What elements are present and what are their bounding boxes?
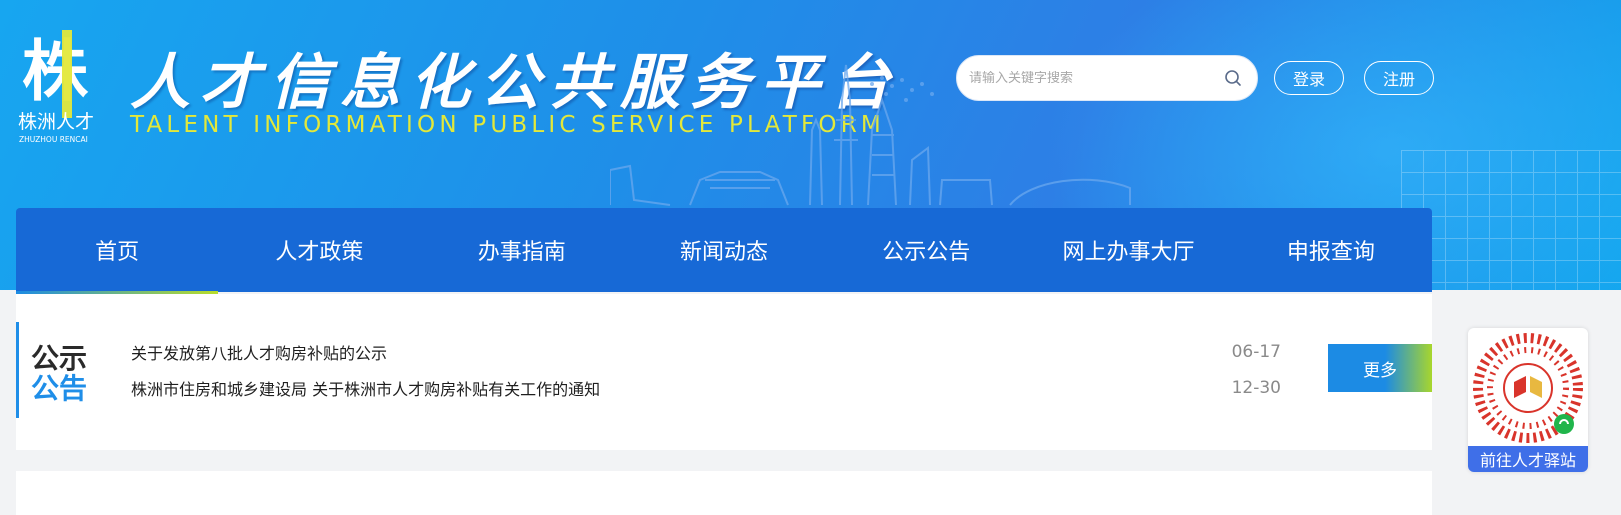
notice-list: 关于发放第八批人才购房补贴的公示 06-17 株洲市住房和城乡建设局 关于株洲市… [131, 334, 1281, 406]
talent-station-qr-widget[interactable]: 前往人才驿站 [1468, 328, 1588, 472]
notice-card: 公示 公告 关于发放第八批人才购房补贴的公示 06-17 株洲市住房和城乡建设局… [16, 294, 1432, 450]
logo-en-text: ZHUZHOU RENCAI [19, 135, 88, 144]
more-button[interactable]: 更多 [1328, 344, 1432, 392]
notice-date: 12-30 [1231, 378, 1281, 398]
notice-date: 06-17 [1231, 342, 1281, 362]
nav-item-online-service-hall[interactable]: 网上办事大厅 [1027, 208, 1229, 292]
register-button[interactable]: 注册 [1364, 61, 1434, 95]
logo-cn-text: 株洲人才 [18, 111, 94, 133]
search-input[interactable] [969, 70, 1223, 86]
header-grid-decoration [1401, 150, 1621, 290]
search-icon[interactable] [1223, 68, 1243, 88]
notice-item[interactable]: 株洲市住房和城乡建设局 关于株洲市人才购房补贴有关工作的通知 12-30 [131, 370, 1281, 406]
notice-accent-bar [16, 322, 19, 418]
next-section-card [16, 471, 1432, 515]
notice-label-line2: 公告 [30, 372, 87, 405]
login-button[interactable]: 登录 [1274, 61, 1344, 95]
nav-item-announcements[interactable]: 公示公告 [825, 208, 1027, 292]
mini-program-qr-code [1473, 333, 1583, 443]
notice-section-label: 公示 公告 [26, 344, 92, 404]
logo-char: 株 [22, 32, 89, 110]
nav-item-application-query[interactable]: 申报查询 [1230, 208, 1432, 292]
notice-label-line1: 公示 [30, 342, 87, 375]
nav-item-home[interactable]: 首页 [16, 208, 219, 294]
wechat-mini-program-icon [1554, 414, 1574, 434]
notice-title[interactable]: 关于发放第八批人才购房补贴的公示 [131, 340, 387, 364]
notice-item[interactable]: 关于发放第八批人才购房补贴的公示 06-17 [131, 334, 1281, 370]
qr-caption[interactable]: 前往人才驿站 [1468, 446, 1588, 472]
nav-item-talent-policy[interactable]: 人才政策 [218, 208, 420, 292]
logo-accent-stroke [62, 30, 72, 118]
page: 株 株洲人才 ZHUZHOU RENCAI 人才信息化公共服务平台 TALENT… [0, 0, 1621, 515]
main-nav: 首页 人才政策 办事指南 新闻动态 公示公告 网上办事大厅 申报查询 [16, 208, 1432, 294]
nav-item-service-guide[interactable]: 办事指南 [421, 208, 623, 292]
nav-item-news[interactable]: 新闻动态 [623, 208, 825, 292]
search-box[interactable] [956, 55, 1258, 101]
site-logo[interactable]: 株 株洲人才 ZHUZHOU RENCAI [16, 22, 104, 147]
notice-title[interactable]: 株洲市住房和城乡建设局 关于株洲市人才购房补贴有关工作的通知 [131, 376, 600, 400]
